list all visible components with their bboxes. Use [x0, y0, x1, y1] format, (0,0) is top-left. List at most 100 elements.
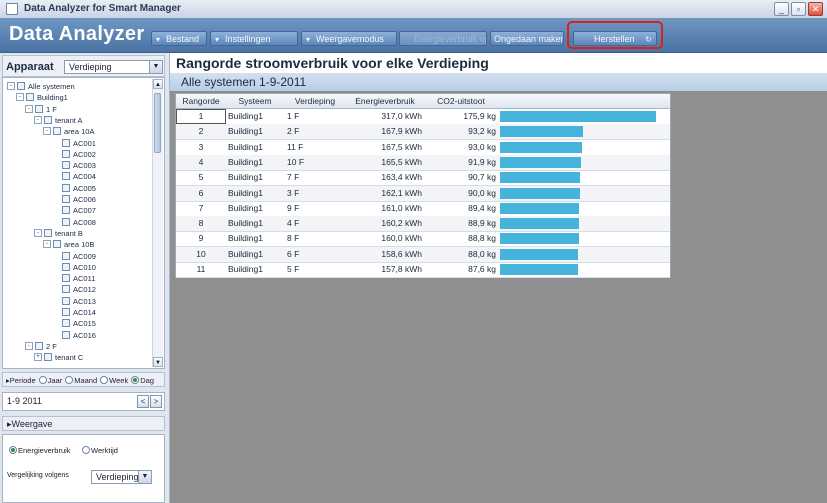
left-panel: Apparaat Verdieping ▼ - Alle systemen - Buil… — [0, 53, 170, 503]
collapse-icon[interactable]: - — [34, 115, 42, 124]
checkbox-icon[interactable] — [62, 308, 70, 317]
collapse-icon[interactable]: - — [43, 127, 51, 136]
tree-node[interactable]: - Alle systemen — [7, 81, 75, 92]
col-rangorde[interactable]: Rangorde — [176, 94, 226, 108]
radio-icon[interactable] — [65, 376, 74, 385]
collapse-icon[interactable]: - — [25, 341, 33, 350]
menu-weergavemodus[interactable]: ▾ Weergavemodus — [301, 31, 397, 46]
tree-node[interactable]: AC013 — [52, 296, 96, 307]
tree-node[interactable]: AC003 — [52, 160, 96, 171]
maximize-icon[interactable]: ▫ — [791, 2, 806, 16]
tree-node[interactable]: AC012 — [52, 284, 96, 295]
collapse-icon[interactable]: - — [43, 240, 51, 249]
scroll-up-icon[interactable]: ▲ — [153, 79, 163, 89]
checkbox-icon[interactable] — [35, 341, 43, 350]
expand-icon[interactable]: + — [34, 353, 42, 362]
tree-node[interactable]: AC010 — [52, 262, 96, 273]
checkbox-icon[interactable] — [62, 161, 70, 170]
checkbox-icon[interactable] — [62, 319, 70, 328]
table-row[interactable]: 10 Building1 6 F 158,6 kWh 88,0 kg — [176, 246, 670, 263]
radio-icon[interactable] — [38, 376, 47, 385]
prev-date-icon[interactable]: < — [137, 395, 149, 408]
vergelijking-select[interactable]: Verdieping ▼ — [91, 470, 152, 484]
table-row[interactable]: 9 Building1 8 F 160,0 kWh 88,8 kg — [176, 231, 670, 248]
collapse-icon[interactable]: - — [25, 104, 33, 113]
checkbox-icon[interactable] — [62, 138, 70, 147]
table-row[interactable]: 4 Building1 10 F 165,5 kWh 91,9 kg — [176, 154, 670, 171]
checkbox-icon[interactable] — [62, 195, 70, 204]
checkbox-icon[interactable] — [44, 353, 52, 362]
checkbox-icon[interactable] — [17, 82, 25, 91]
tree-node[interactable]: AC015 — [52, 318, 96, 329]
checkbox-icon[interactable] — [53, 240, 61, 249]
table-row[interactable]: 8 Building1 4 F 160,2 kWh 88,9 kg — [176, 216, 670, 233]
checkbox-icon[interactable] — [62, 183, 70, 192]
checkbox-icon[interactable] — [62, 149, 70, 158]
tree-node[interactable]: - 1 F — [25, 104, 57, 115]
table-row[interactable]: 6 Building1 3 F 162,1 kWh 90,0 kg — [176, 185, 670, 202]
rank-cell: 7 — [198, 202, 204, 213]
checkbox-icon[interactable] — [35, 104, 43, 113]
checkbox-icon[interactable] — [62, 296, 70, 305]
checkbox-icon[interactable] — [62, 274, 70, 283]
radio-icon[interactable] — [100, 376, 109, 385]
tree-node[interactable]: - area 10B — [43, 239, 94, 250]
checkbox-icon[interactable] — [62, 285, 70, 294]
tree-node[interactable]: AC005 — [52, 183, 96, 194]
checkbox-icon[interactable] — [26, 93, 34, 102]
tree-node[interactable]: AC008 — [52, 217, 96, 228]
window-title: Data Analyzer for Smart Manager — [24, 3, 181, 14]
table-row[interactable]: 3 Building1 11 F 167,5 kWh 93,0 kg — [176, 140, 670, 156]
tree-node[interactable]: AC002 — [52, 149, 96, 160]
table-row[interactable]: 11 Building1 5 F 157,8 kWh 87,6 kg — [176, 262, 670, 278]
col-energieverbruik[interactable]: Energieverbruik — [346, 94, 424, 108]
tree-node[interactable]: - Building1 — [16, 92, 68, 103]
tree-node[interactable]: AC004 — [52, 171, 96, 182]
close-icon[interactable]: ✕ — [808, 2, 823, 16]
tree-node[interactable]: - 2 F — [25, 341, 57, 352]
menu-instellingen[interactable]: ▾ Instellingen — [210, 31, 298, 46]
checkbox-icon[interactable] — [53, 127, 61, 136]
table-row[interactable]: 2 Building1 2 F 167,9 kWh 93,2 kg — [176, 124, 670, 141]
tree-node[interactable]: + tenant C — [34, 352, 83, 363]
collapse-icon[interactable]: - — [34, 228, 42, 237]
tree-node[interactable]: AC007 — [52, 205, 96, 216]
checkbox-icon[interactable] — [44, 115, 52, 124]
tree-node[interactable]: AC014 — [52, 307, 96, 318]
radio-icon[interactable] — [131, 376, 140, 385]
next-date-icon[interactable]: > — [150, 395, 162, 408]
radio-werktijd[interactable]: Werktijd — [79, 446, 118, 455]
checkbox-icon[interactable] — [62, 262, 70, 271]
table-row[interactable]: 5 Building1 7 F 163,4 kWh 90,7 kg — [176, 170, 670, 187]
tree-node[interactable]: - area 10A — [43, 126, 94, 137]
checkbox-icon[interactable] — [62, 217, 70, 226]
apparaat-select[interactable]: Verdieping ▼ — [64, 60, 163, 74]
checkbox-icon[interactable] — [62, 330, 70, 339]
tree-node[interactable]: AC011 — [52, 273, 95, 284]
checkbox-icon[interactable] — [44, 228, 52, 237]
scroll-thumb[interactable] — [154, 93, 161, 153]
checkbox-icon[interactable] — [62, 251, 70, 260]
checkbox-icon[interactable] — [62, 172, 70, 181]
scroll-down-icon[interactable]: ▼ — [153, 357, 163, 367]
date-field[interactable]: 1-9 2011 < > — [2, 392, 165, 411]
col-systeem[interactable]: Systeem — [226, 94, 284, 108]
col-co2[interactable]: CO2-uitstoot — [424, 94, 498, 108]
col-verdieping[interactable]: Verdieping — [284, 94, 346, 108]
checkbox-icon[interactable] — [62, 206, 70, 215]
tree-node[interactable]: - tenant A — [34, 115, 83, 126]
tree-node[interactable]: AC009 — [52, 251, 96, 262]
table-row[interactable]: 7 Building1 9 F 161,0 kWh 89,4 kg — [176, 201, 670, 217]
tree-node[interactable]: - tenant B — [34, 228, 83, 239]
tree-node[interactable]: AC001 — [52, 138, 96, 149]
radio-energieverbruik[interactable]: Energieverbruik — [6, 446, 71, 455]
tree-node[interactable]: AC016 — [52, 330, 96, 341]
table-row[interactable]: 1 Building1 1 F 317,0 kWh 175,9 kg — [176, 109, 670, 125]
tree-node[interactable]: AC006 — [52, 194, 96, 205]
collapse-icon[interactable]: - — [7, 82, 15, 91]
menu-bestand[interactable]: ▾ Bestand — [151, 31, 207, 46]
undo-button[interactable]: Ongedaan maken — [490, 31, 564, 46]
collapse-icon[interactable]: - — [16, 93, 24, 102]
minimize-icon[interactable]: _ — [774, 2, 789, 16]
tree-scrollbar[interactable]: ▲ ▼ — [152, 79, 163, 367]
